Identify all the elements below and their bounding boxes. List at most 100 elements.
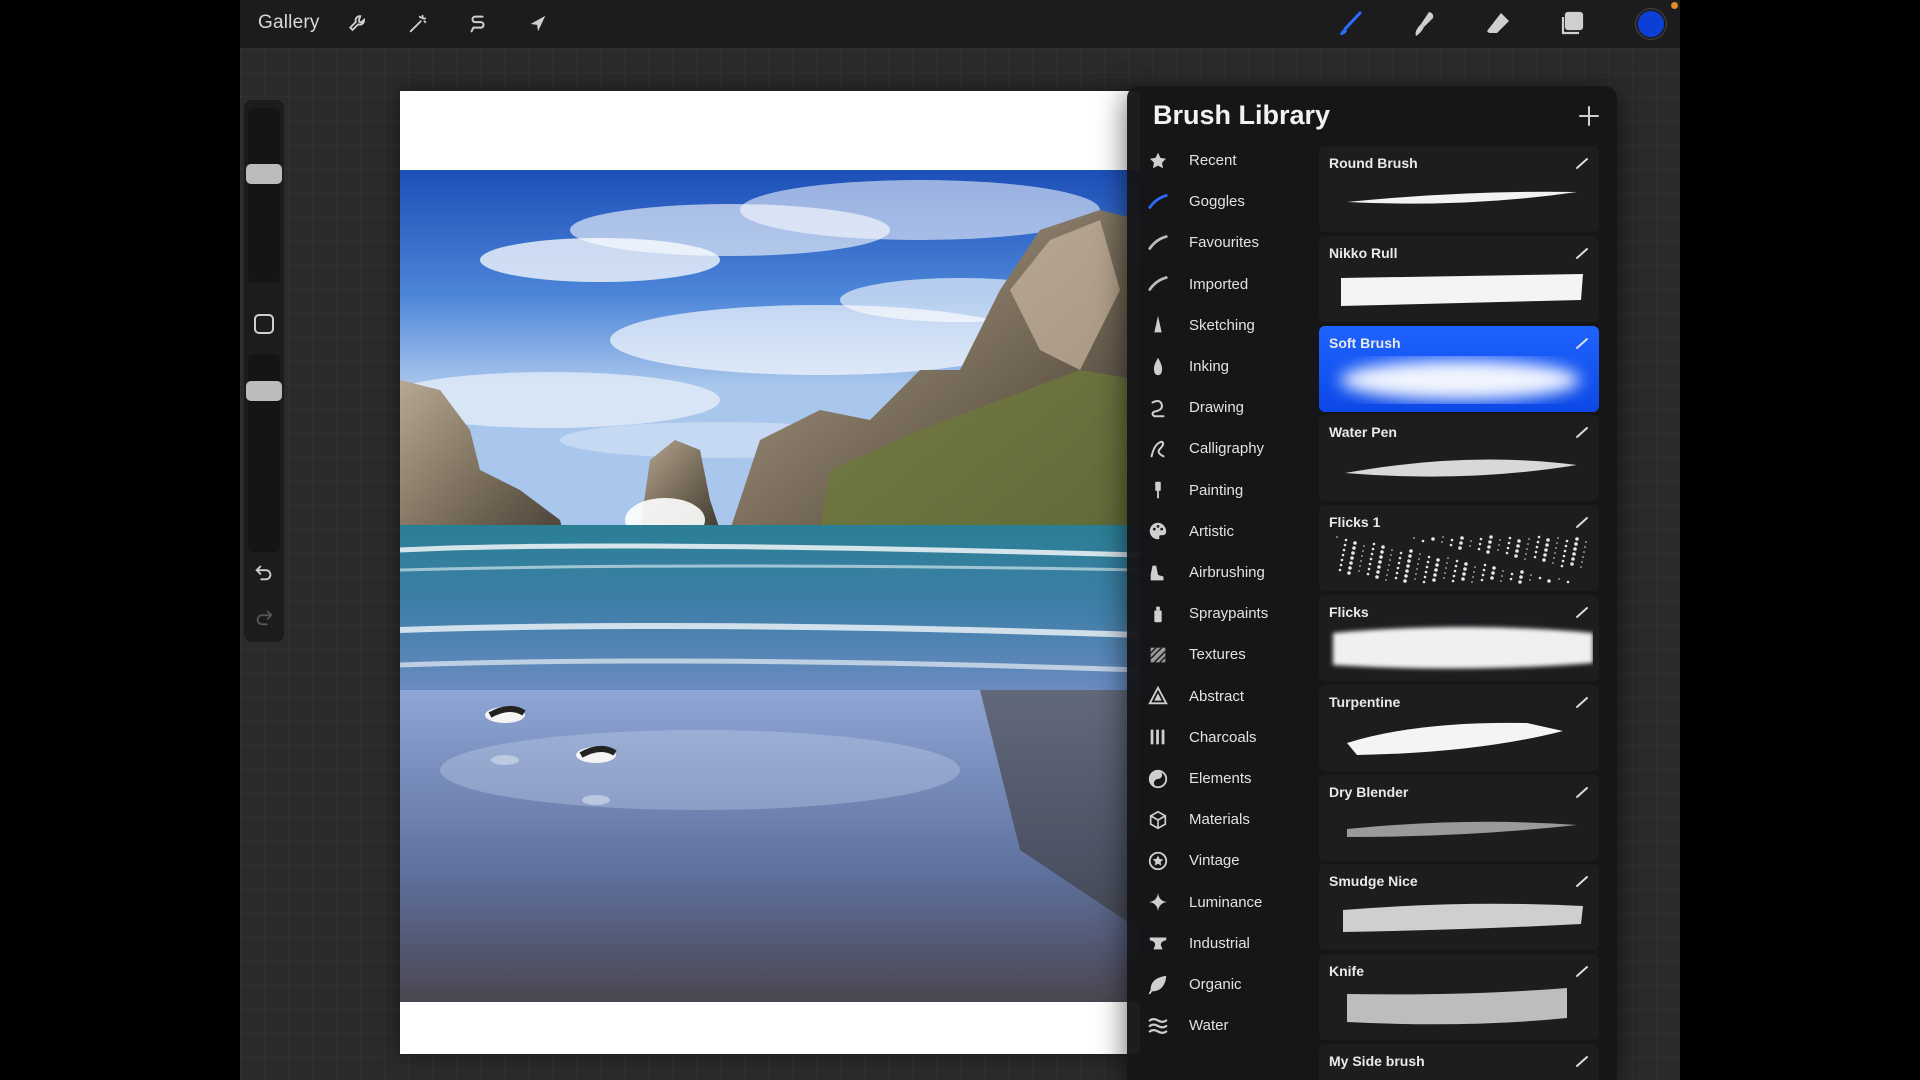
brush-smudge-nice[interactable]: Smudge Nice [1319,864,1599,951]
library-title: Brush Library [1153,100,1331,130]
brush-stroke-preview [1327,354,1593,408]
brush-edit-icon[interactable] [1575,246,1589,260]
beach-photo [400,170,1140,1002]
brush-set-materials[interactable]: Materials [1127,799,1317,840]
brush-nikko-rull[interactable]: Nikko Rull [1319,235,1599,322]
opacity-thumb[interactable] [246,381,282,401]
layers-icon[interactable] [1554,6,1590,42]
eraser-icon[interactable] [1480,6,1516,42]
yin-yang-icon [1147,768,1169,790]
airbrush-icon [1147,562,1169,584]
plus-icon[interactable] [1573,100,1605,132]
brush-set-industrial[interactable]: Industrial [1127,923,1317,964]
brush-turpentine[interactable]: Turpentine [1319,684,1599,771]
brush-set-recent[interactable]: Recent [1127,140,1317,181]
smudge-icon[interactable] [1406,6,1442,42]
palette-icon [1147,520,1169,542]
brush-set-label: Painting [1189,481,1244,499]
brush-set-vintage[interactable]: Vintage [1127,840,1317,881]
brush-name: Flicks 1 [1329,514,1381,531]
brush-set-label: Charcoals [1189,728,1257,746]
brush-set-spraypaints[interactable]: Spraypaints [1127,593,1317,634]
brush-set-organic[interactable]: Organic [1127,964,1317,1005]
brush-set-label: Organic [1189,976,1242,993]
brush-soft-brush[interactable]: Soft Brush [1319,325,1599,412]
brush-size-thumb[interactable] [246,164,282,184]
spray-can-icon [1147,603,1169,625]
brush-set-goggles[interactable]: Goggles [1127,181,1317,222]
brush-set-label: Abstract [1189,687,1245,705]
brush-set-label: Vintage [1189,852,1240,870]
brush-stroke-preview [1327,264,1593,318]
brush-set-abstract[interactable]: Abstract [1127,676,1317,717]
brush-name: Turpentine [1329,693,1401,710]
brush-set-calligraphy[interactable]: Calligraphy [1127,428,1317,469]
brush-stroke-preview [1327,803,1593,857]
swirl-icon [1147,397,1169,419]
brush-set-sketching[interactable]: Sketching [1127,305,1317,346]
brush-edit-icon[interactable] [1575,785,1589,799]
brush-name: Nikko Rull [1329,244,1398,261]
brush-icon[interactable] [1332,6,1368,42]
brush-name: My Side brush [1329,1053,1425,1069]
brush-water-pen[interactable]: Water Pen [1319,415,1599,502]
brush-stroke-preview [1327,623,1593,677]
sparkle-icon [1147,891,1169,913]
brush-flicks[interactable]: Flicks [1319,595,1599,681]
color-picker[interactable] [1636,9,1666,39]
brush-stroke-preview [1327,892,1593,946]
wrench-icon[interactable] [344,10,372,38]
vintage-star-icon [1147,850,1169,872]
brush-flicks-1[interactable]: Flicks 1 [1319,505,1599,592]
brush-set-label: Textures [1189,646,1246,664]
brush-name: Knife [1329,963,1364,980]
brush-size-slider[interactable] [246,108,282,283]
anvil-icon [1147,932,1169,954]
brush-set-imported[interactable]: Imported [1127,264,1317,305]
brush-edit-icon[interactable] [1575,336,1589,350]
brush-set-label: Imported [1189,275,1249,293]
brush-edit-icon[interactable] [1575,695,1589,709]
brush-dry-blender[interactable]: Dry Blender [1319,774,1599,861]
redo-icon[interactable] [252,605,276,629]
brush-set-textures[interactable]: Textures [1127,634,1317,675]
brush-stroke-preview [1327,982,1593,1036]
brush-edit-icon[interactable] [1575,964,1589,978]
brush-set-charcoals[interactable]: Charcoals [1127,717,1317,758]
brush-edit-icon[interactable] [1575,515,1589,529]
brush-edit-icon[interactable] [1575,425,1589,439]
brush-library-panel: Brush Library Recent Goggles Favourites Imp… [1127,86,1617,1080]
brush-stroke-preview [1327,1072,1593,1080]
brush-set-painting[interactable]: Painting [1127,470,1317,511]
brush-set-inking[interactable]: Inking [1127,346,1317,387]
brush-set-water[interactable]: Water [1127,1005,1317,1046]
ink-drop-icon [1147,356,1169,378]
opacity-slider[interactable] [246,354,282,552]
brush-edit-icon[interactable] [1575,605,1589,619]
waves-icon [1147,1015,1169,1037]
brush-set-artistic[interactable]: Artistic [1127,511,1317,552]
transform-arrow-icon[interactable] [524,10,552,38]
brush-edit-icon[interactable] [1575,874,1589,888]
brush-round-brush[interactable]: Round Brush [1319,146,1599,232]
brush-edit-icon[interactable] [1575,1054,1589,1068]
brush-set-elements[interactable]: Elements [1127,758,1317,799]
undo-icon[interactable] [252,560,276,584]
magic-wand-icon[interactable] [404,10,432,38]
brush-set-luminance[interactable]: Luminance [1127,882,1317,923]
brush-set-airbrushing[interactable]: Airbrushing [1127,552,1317,593]
brush-set-favourites[interactable]: Favourites [1127,222,1317,263]
brush-edit-icon[interactable] [1575,156,1589,170]
brush-my-side-brush[interactable]: My Side brush [1319,1044,1599,1080]
brush-set-label: Elements [1189,770,1252,787]
notification-dot [1671,2,1678,9]
brush-set-drawing[interactable]: Drawing [1127,387,1317,428]
brush-set-label: Calligraphy [1189,440,1265,458]
brush-name: Round Brush [1329,155,1418,171]
selection-s-icon[interactable] [464,10,492,38]
drawing-canvas[interactable] [400,91,1140,1054]
modify-button[interactable] [254,314,274,334]
top-toolbar: Gallery [240,0,1680,48]
brush-knife[interactable]: Knife [1319,954,1599,1041]
gallery-button[interactable]: Gallery [258,12,320,34]
